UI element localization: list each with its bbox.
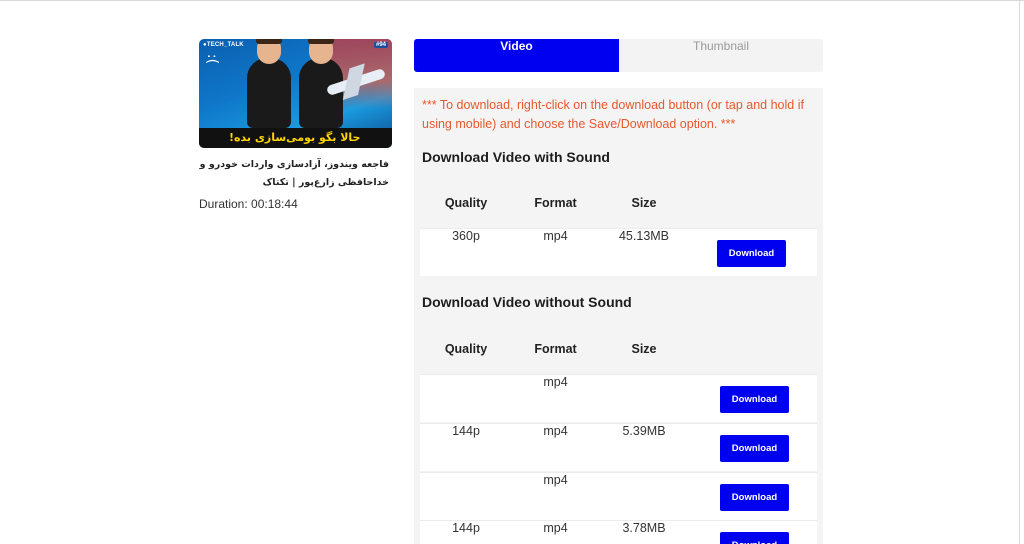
- video-duration: Duration: 00:18:44: [199, 197, 298, 211]
- channel-tag: ●TECH_TALK: [203, 42, 244, 48]
- episode-badge: #94: [373, 42, 388, 48]
- section-title-without-sound: Download Video without Sound: [422, 294, 632, 310]
- header-format: Format: [534, 196, 577, 210]
- format-cell: mp4: [543, 375, 568, 389]
- download-button[interactable]: Download: [720, 532, 789, 544]
- quality-cell: 360p: [452, 229, 480, 243]
- format-cell: mp4: [543, 424, 568, 438]
- top-border: [0, 0, 1024, 1]
- header-size: Size: [631, 196, 657, 210]
- tab-thumbnail[interactable]: Thumbnail: [619, 39, 823, 72]
- sad-face-icon: :(: [204, 53, 221, 65]
- quality-cell: [420, 375, 512, 423]
- table-row: 360p mp4 45.13MB Download: [420, 228, 817, 276]
- table-row: 144p mp4 3.78MB Download: [420, 520, 817, 544]
- download-button[interactable]: Download: [720, 386, 789, 413]
- format-cell: mp4: [543, 473, 568, 487]
- download-tabs: Video Thumbnail: [414, 39, 823, 72]
- quality-cell: [420, 473, 512, 521]
- download-button[interactable]: Download: [720, 435, 789, 462]
- tab-video[interactable]: Video: [414, 39, 619, 72]
- size-cell: [599, 375, 689, 423]
- section-title-with-sound: Download Video with Sound: [422, 149, 610, 165]
- download-button[interactable]: Download: [717, 240, 786, 267]
- video-title: فاجعه ویندوز، آزادسازی واردات خودرو و خد…: [199, 159, 389, 188]
- size-cell: 5.39MB: [622, 424, 666, 438]
- header-quality: Quality: [444, 342, 488, 356]
- video-thumbnail[interactable]: ●TECH_TALK #94 :( حالا بگو بومی‌سازی بده…: [199, 39, 392, 148]
- thumbnail-banner-text: حالا بگو بومی‌سازی بده!: [229, 131, 361, 144]
- quality-cell: 144p: [452, 521, 480, 535]
- table-row: mp4 Download: [420, 472, 817, 520]
- header-size: Size: [631, 342, 657, 356]
- format-cell: mp4: [543, 521, 568, 535]
- header-quality: Quality: [444, 196, 488, 210]
- download-notice: *** To download, right-click on the down…: [422, 98, 804, 131]
- header-format: Format: [534, 342, 577, 356]
- size-cell: [599, 473, 689, 521]
- format-cell: mp4: [543, 229, 568, 243]
- quality-cell: 144p: [452, 424, 480, 438]
- host-figure: [247, 39, 291, 128]
- table-row: 144p mp4 5.39MB Download: [420, 423, 817, 471]
- table-row: mp4 Download: [420, 374, 817, 422]
- size-cell: 3.78MB: [622, 521, 666, 535]
- download-button[interactable]: Download: [720, 484, 789, 511]
- scrollbar-edge: [1019, 0, 1020, 544]
- size-cell: 45.13MB: [618, 229, 670, 243]
